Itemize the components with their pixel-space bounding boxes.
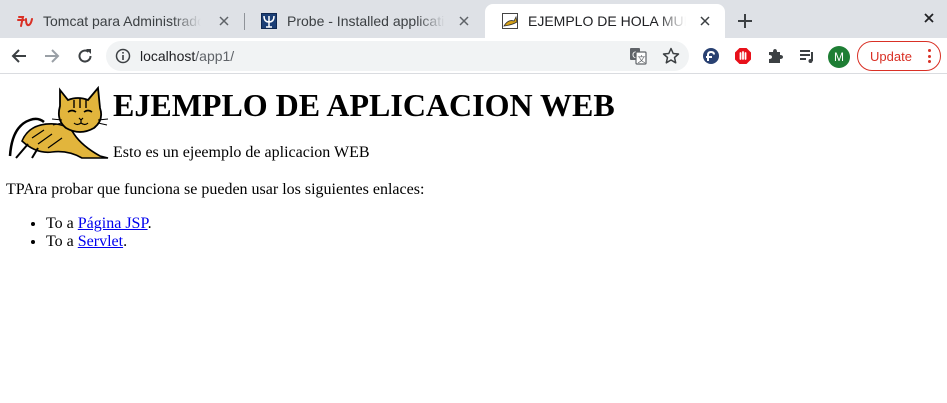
tab-title: EJEMPLO DE HOLA MUNDO: [528, 13, 686, 29]
tab-close-icon[interactable]: [456, 13, 472, 29]
url-text[interactable]: localhost/app1/: [140, 47, 234, 65]
list-item: To a Página JSP.: [46, 215, 152, 233]
adblock-icon[interactable]: [729, 42, 757, 70]
tab-strip: Tomcat para Administradores Probe - Inst…: [0, 0, 947, 38]
list-item: To a Servlet.: [46, 233, 152, 251]
browser-toolbar: localhost/app1/ G 文: [0, 38, 947, 74]
tab-title: Tomcat para Administradores: [43, 13, 201, 29]
reload-icon[interactable]: [71, 42, 99, 70]
tomcat-logo: [8, 85, 110, 160]
tab-close-icon[interactable]: [697, 13, 713, 29]
tab-close-icon[interactable]: [216, 13, 232, 29]
link-suffix: .: [147, 215, 152, 232]
fedora-extension-icon[interactable]: [697, 42, 725, 70]
tab-title: Probe - Installed applications: [287, 13, 445, 29]
intro-text: TPAra probar que funciona se pueden usar…: [6, 181, 425, 198]
svg-text:文: 文: [638, 54, 646, 64]
page-content: EJEMPLO DE APLICACION WEB Esto es un eje…: [0, 74, 947, 403]
link-prefix: To a: [46, 233, 78, 250]
update-button[interactable]: Update: [857, 41, 941, 71]
back-icon[interactable]: [5, 42, 33, 70]
reading-list-icon[interactable]: [793, 42, 821, 70]
star-icon[interactable]: [661, 46, 681, 66]
jsp-page-link[interactable]: Página JSP: [78, 215, 148, 232]
page-title: EJEMPLO DE APLICACION WEB: [113, 87, 615, 123]
forward-icon[interactable]: [38, 42, 66, 70]
tab-probe[interactable]: Probe - Installed applications: [244, 4, 484, 38]
probe-icon: [261, 13, 277, 29]
servlet-link[interactable]: Servlet: [78, 233, 123, 250]
tab-hola-mundo[interactable]: EJEMPLO DE HOLA MUNDO: [485, 4, 725, 38]
link-suffix: .: [123, 233, 128, 250]
url-path: /app1/: [195, 48, 235, 64]
extensions-icon[interactable]: [761, 42, 789, 70]
tab-tomcat-admin[interactable]: Tomcat para Administradores: [0, 4, 244, 38]
url-host: localhost: [140, 48, 196, 64]
tomcat-red-icon: [17, 13, 33, 29]
translate-icon[interactable]: G 文: [628, 46, 648, 66]
close-icon[interactable]: [919, 8, 939, 28]
more-vert-icon: [927, 49, 931, 63]
update-label: Update: [870, 48, 912, 64]
page-subtitle: Esto es un ejeemplo de aplicacion WEB: [113, 144, 370, 161]
link-prefix: To a: [46, 215, 78, 232]
plus-icon[interactable]: [734, 10, 756, 32]
info-icon[interactable]: [115, 48, 131, 64]
address-bar[interactable]: localhost/app1/ G 文: [106, 41, 689, 71]
avatar[interactable]: M: [828, 46, 850, 68]
link-list: To a Página JSP. To a Servlet.: [6, 215, 152, 251]
tomcat-cat-icon: [502, 13, 518, 29]
